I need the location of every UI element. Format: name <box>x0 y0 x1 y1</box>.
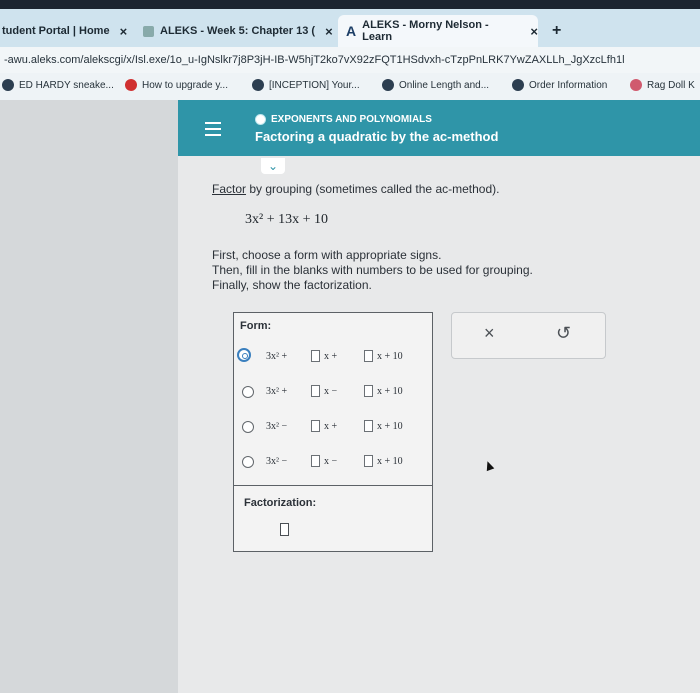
step-3: Finally, show the factorization. <box>212 278 372 292</box>
page-area: EXPONENTS AND POLYNOMIALS Factoring a qu… <box>0 100 700 693</box>
factor-link[interactable]: Factor <box>212 182 246 196</box>
bookmark-inception[interactable]: [INCEPTION] Your... <box>252 79 360 91</box>
close-icon[interactable]: × <box>325 24 333 39</box>
bookmark-upgrade[interactable]: How to upgrade y... <box>125 79 228 91</box>
form-option-4[interactable]: 3x² − x − x + 10 <box>234 453 434 473</box>
bookmark-label: Online Length and... <box>399 79 490 91</box>
close-icon[interactable]: × <box>120 24 128 39</box>
radio-button[interactable] <box>242 456 254 468</box>
category-label: EXPONENTS AND POLYNOMIALS <box>271 114 432 125</box>
close-icon[interactable]: × <box>530 24 538 39</box>
topic-header <box>178 100 700 156</box>
undo-button[interactable]: ↺ <box>556 323 571 344</box>
address-bar[interactable]: -awu.aleks.com/alekscgi/x/Isl.exe/1o_u-I… <box>0 47 700 73</box>
blank-input[interactable] <box>311 385 320 397</box>
problem-instruction: Factor by grouping (sometimes called the… <box>212 182 499 196</box>
topic-category: EXPONENTS AND POLYNOMIALS <box>255 114 432 125</box>
blank-input[interactable] <box>364 420 373 432</box>
chevron-down-icon[interactable]: ⌄ <box>261 158 285 174</box>
bookmark-icon <box>2 79 14 91</box>
blank-input[interactable] <box>364 350 373 362</box>
option-end: x + 10 <box>377 351 403 362</box>
bookmark-icon <box>125 79 137 91</box>
bookmark-icon <box>630 79 642 91</box>
bookmark-online-length[interactable]: Online Length and... <box>382 79 489 91</box>
left-margin <box>0 100 178 693</box>
tab-label: ALEKS - Morny Nelson - Learn <box>362 19 489 43</box>
bookmark-rag-doll[interactable]: Rag Doll K <box>630 79 695 91</box>
instruction-text: by grouping (sometimes called the ac-met… <box>246 182 500 196</box>
tab-label: tudent Portal | Home <box>2 25 110 37</box>
option-mid: x − <box>324 386 338 397</box>
action-toolbar: × ↺ <box>451 312 606 359</box>
tab-student-portal[interactable]: tudent Portal | Home × <box>2 15 127 47</box>
radio-button[interactable] <box>242 386 254 398</box>
blank-input[interactable] <box>364 455 373 467</box>
quadratic-expression: 3x² + 13x + 10 <box>245 212 328 227</box>
blank-input[interactable] <box>311 350 320 362</box>
form-label: Form: <box>240 320 272 332</box>
blank-input[interactable] <box>311 420 320 432</box>
clear-button[interactable]: × <box>484 323 495 344</box>
progress-ring-icon <box>255 114 266 125</box>
option-mid: x − <box>324 456 338 467</box>
form-divider <box>234 485 432 486</box>
tab-label: ALEKS - Week 5: Chapter 13 ( <box>160 25 316 37</box>
aleks-logo-icon: A <box>346 23 357 39</box>
bookmark-label: How to upgrade y... <box>142 79 228 91</box>
radio-button[interactable] <box>237 348 251 362</box>
bookmark-label: [INCEPTION] Your... <box>269 79 360 91</box>
bookmark-icon <box>382 79 394 91</box>
blank-input[interactable] <box>364 385 373 397</box>
bookmarks-bar: ED HARDY sneake... How to upgrade y... [… <box>0 73 700 101</box>
option-lead: 3x² − <box>266 421 288 432</box>
tab-aleks-week5[interactable]: ALEKS - Week 5: Chapter 13 ( × <box>143 15 333 47</box>
option-lead: 3x² + <box>266 351 288 362</box>
tab-bar: tudent Portal | Home × ALEKS - Week 5: C… <box>0 9 700 47</box>
option-end: x + 10 <box>377 456 403 467</box>
factorization-input[interactable] <box>280 523 289 536</box>
tab-aleks-learn[interactable]: A ALEKS - Morny Nelson - Learn × <box>338 15 538 47</box>
bookmark-ed-hardy[interactable]: ED HARDY sneake... <box>2 79 114 91</box>
bookmark-icon <box>512 79 524 91</box>
factorization-label: Factorization: <box>244 497 317 509</box>
bookmark-order-info[interactable]: Order Information <box>512 79 607 91</box>
option-end: x + 10 <box>377 421 403 432</box>
bookmark-label: Order Information <box>529 79 608 91</box>
bookmark-label: Rag Doll K <box>647 79 695 91</box>
step-instructions: First, choose a form with appropriate si… <box>212 248 533 293</box>
blank-input[interactable] <box>311 455 320 467</box>
menu-icon[interactable] <box>205 122 221 136</box>
bookmark-label: ED HARDY sneake... <box>19 79 114 91</box>
option-mid: x + <box>324 421 338 432</box>
form-option-3[interactable]: 3x² − x + x + 10 <box>234 418 434 438</box>
option-end: x + 10 <box>377 386 403 397</box>
page-title: Factoring a quadratic by the ac-method <box>255 129 499 144</box>
option-lead: 3x² − <box>266 456 288 467</box>
option-lead: 3x² + <box>266 386 288 397</box>
form-option-1[interactable]: 3x² + x + x + 10 <box>234 348 434 368</box>
radio-button[interactable] <box>242 421 254 433</box>
step-1: First, choose a form with appropriate si… <box>212 248 442 262</box>
form-option-2[interactable]: 3x² + x − x + 10 <box>234 383 434 403</box>
option-mid: x + <box>324 351 338 362</box>
step-2: Then, fill in the blanks with numbers to… <box>212 263 533 277</box>
new-tab-button[interactable]: + <box>552 15 561 47</box>
bookmark-icon <box>252 79 264 91</box>
aleks-favicon-icon <box>143 25 154 37</box>
browser-top-strip <box>0 0 700 9</box>
answer-form-box: Form: 3x² + x + x + 10 3x² + x − x + 10 … <box>233 312 433 552</box>
